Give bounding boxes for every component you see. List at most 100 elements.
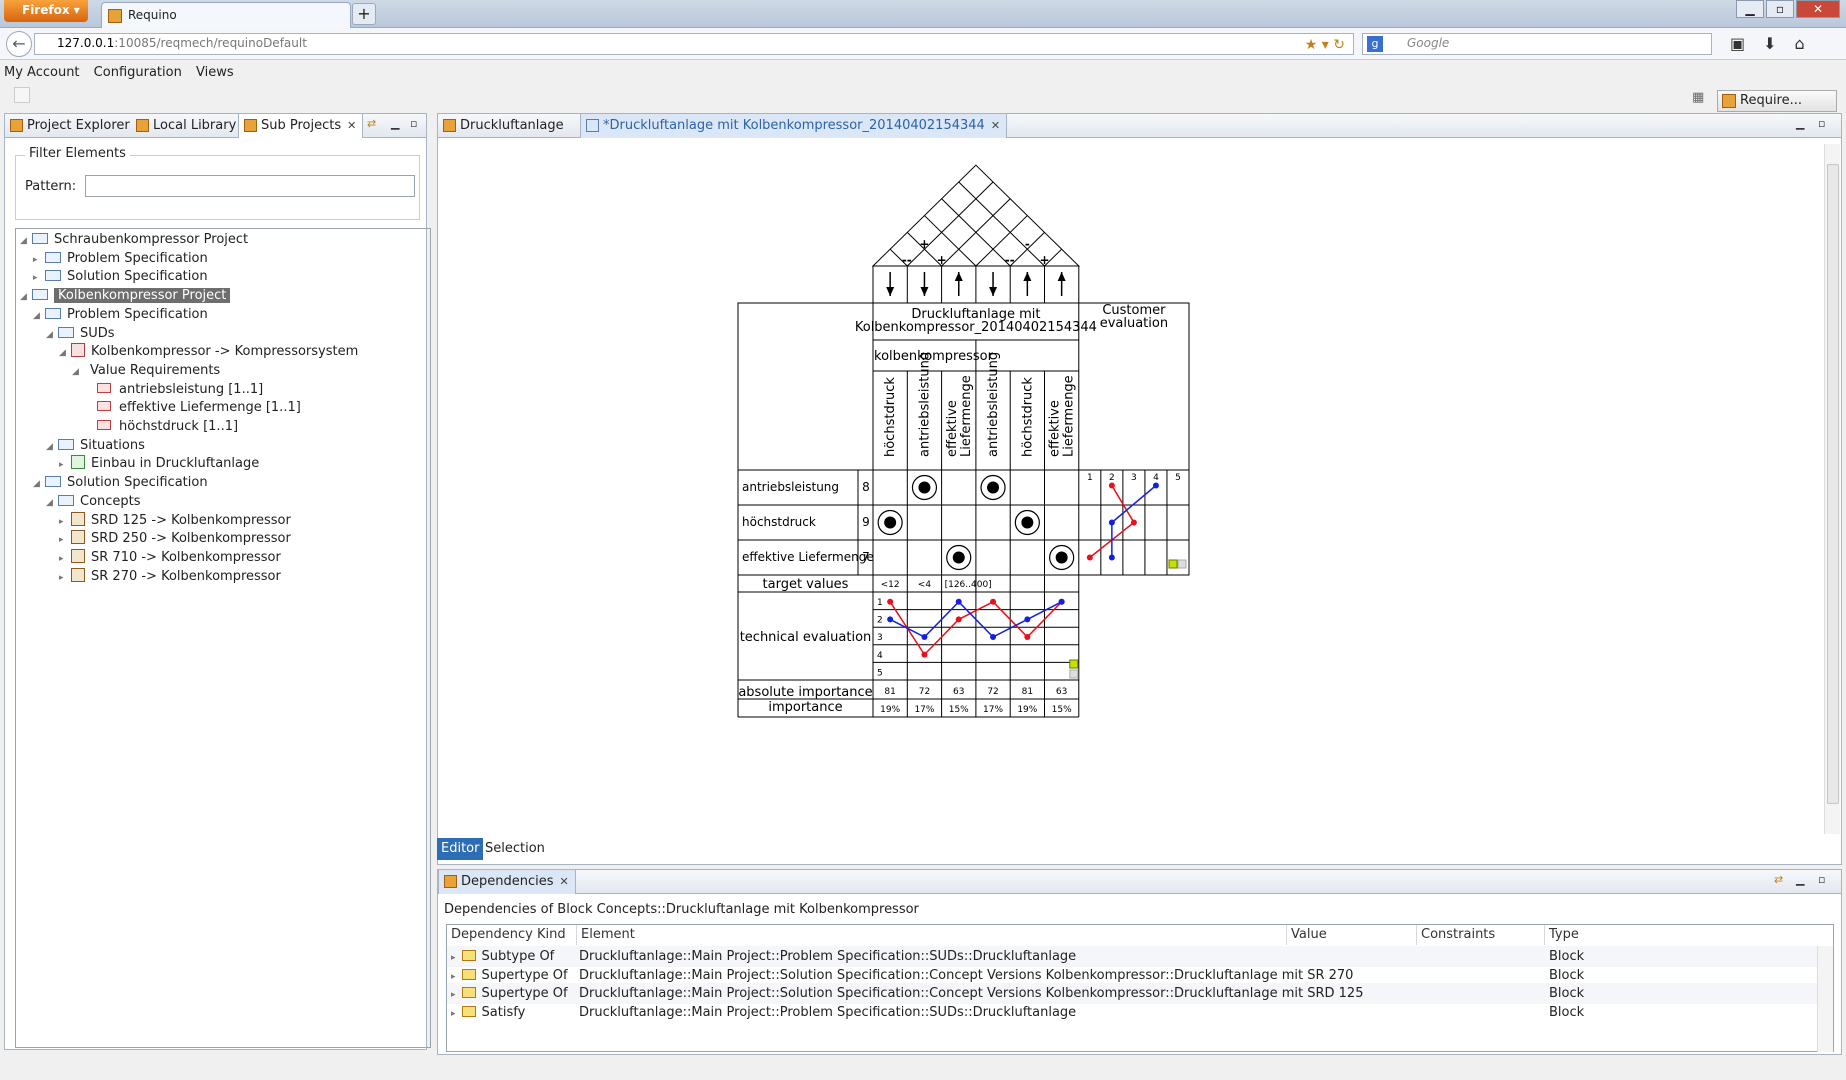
collapsed-arrow-icon[interactable]: ▸ xyxy=(451,972,456,982)
new-tab-button[interactable]: + xyxy=(352,3,376,25)
strong-relationship-dot xyxy=(1021,516,1034,529)
minimize-dependencies-icon[interactable]: ▁ xyxy=(1796,873,1804,886)
link-selection-icon[interactable]: ⇄ xyxy=(1774,873,1783,886)
tree-item[interactable]: höchstdruck [1..1] xyxy=(85,417,238,437)
require-button[interactable]: Require... xyxy=(1717,90,1837,112)
close-tab-icon[interactable]: ✕ xyxy=(347,119,356,132)
tech-eval-point xyxy=(887,616,894,623)
collapsed-arrow-icon[interactable]: ▸ xyxy=(451,990,456,1000)
maximize-dependencies-icon[interactable]: ▫ xyxy=(1818,873,1825,886)
home-icon[interactable]: ⌂ xyxy=(1795,34,1805,53)
bookmarks-icon[interactable]: ▣ xyxy=(1730,34,1745,53)
editor-scrollbar[interactable] xyxy=(1824,144,1840,834)
col-header-constraints[interactable]: Constraints xyxy=(1417,925,1545,945)
tree-item[interactable]: ▸ Solution Specification xyxy=(33,267,208,287)
tree-item[interactable]: ◢ Kolbenkompressor Project xyxy=(20,286,231,307)
requino-icon xyxy=(1722,94,1736,108)
link-editor-icon[interactable]: ⇄ xyxy=(367,117,376,130)
block-icon xyxy=(71,343,85,358)
expanded-arrow-icon[interactable]: ◢ xyxy=(33,306,45,326)
dependency-type: Block xyxy=(1549,1005,1585,1021)
importance-value: 15% xyxy=(1052,705,1072,715)
dependency-row[interactable]: ▸ Satisfy Druckluftanlage::Main Project::P… xyxy=(447,1002,1817,1023)
expanded-arrow-icon[interactable]: ◢ xyxy=(72,362,84,382)
tab-project-explorer[interactable]: Project Explorer xyxy=(5,114,136,138)
tree-item[interactable]: ◢ Concepts xyxy=(46,492,141,512)
dependencies-scrollbar[interactable] xyxy=(1817,946,1833,1052)
collapsed-arrow-icon[interactable]: ▸ xyxy=(451,953,456,963)
tab-druckluftanlage[interactable]: Druckluftanlage xyxy=(438,114,570,138)
bookmark-star-icon[interactable]: ★ ▾ ↻ xyxy=(1305,37,1345,53)
tree-item[interactable]: ◢ Schraubenkompressor Project xyxy=(20,230,248,250)
search-bar[interactable]: g Google xyxy=(1362,33,1712,55)
scroll-thumb[interactable] xyxy=(1827,164,1839,804)
minimize-button[interactable]: ▁ xyxy=(1736,0,1764,18)
pattern-input[interactable] xyxy=(85,175,415,197)
tech-eval-scale: 4 xyxy=(877,651,883,661)
col-header-value[interactable]: Value xyxy=(1287,925,1417,945)
tree-item[interactable]: ▸ SR 710 -> Kolbenkompressor xyxy=(59,548,281,568)
dependency-element: Druckluftanlage::Main Project::Problem S… xyxy=(579,1005,1077,1021)
tab-local-library[interactable]: Local Library xyxy=(131,114,242,138)
download-icon[interactable]: ⬇ xyxy=(1763,34,1776,53)
strong-relationship-dot xyxy=(952,551,965,564)
maximize-editor-icon[interactable]: ▫ xyxy=(1818,117,1825,130)
maximize-view-icon[interactable]: ▫ xyxy=(410,117,417,130)
back-button[interactable]: ← xyxy=(6,31,32,57)
qfd-canvas[interactable]: -- + + -- - + Druckluftanlage mit Kolbenkompres… xyxy=(438,139,1841,826)
tree-item[interactable]: effektive Liefermenge [1..1] xyxy=(85,398,301,418)
tree-item[interactable]: ◢ Kolbenkompressor -> Kompressorsystem xyxy=(59,342,358,362)
expanded-arrow-icon[interactable]: ◢ xyxy=(20,231,32,251)
minimize-view-icon[interactable]: ▁ xyxy=(391,117,399,130)
tab-editor[interactable]: Editor xyxy=(437,838,484,860)
col-header-type[interactable]: Type xyxy=(1545,925,1817,945)
tab-dependencies[interactable]: Dependencies ✕ xyxy=(438,870,576,894)
tree-item[interactable]: ▸ SRD 125 -> Kolbenkompressor xyxy=(59,511,291,531)
expanded-arrow-icon[interactable]: ◢ xyxy=(20,287,32,307)
sub-projects-icon xyxy=(244,119,257,132)
strong-relationship-dot xyxy=(1055,551,1068,564)
tree-item[interactable]: ▸ Problem Specification xyxy=(33,249,208,269)
tree-item[interactable]: ◢ SUDs xyxy=(46,324,115,344)
close-tab-icon[interactable]: ✕ xyxy=(991,119,1000,132)
tree-item[interactable]: ◢ Solution Specification xyxy=(33,473,208,493)
maximize-button[interactable]: ▫ xyxy=(1766,0,1794,18)
tab-selection[interactable]: Selection xyxy=(481,838,549,860)
concept-icon xyxy=(71,567,85,582)
tree-item[interactable]: ▸ SR 270 -> Kolbenkompressor xyxy=(59,567,281,587)
col-header-element[interactable]: Element xyxy=(577,925,1287,945)
tree-item[interactable]: ◢ Problem Specification xyxy=(33,305,208,325)
expanded-arrow-icon[interactable]: ◢ xyxy=(59,343,71,363)
tree-item[interactable]: ▸ Einbau in Druckluftanlage xyxy=(59,454,259,474)
minimize-editor-icon[interactable]: ▁ xyxy=(1796,117,1804,130)
collapsed-arrow-icon[interactable]: ▸ xyxy=(451,1009,456,1019)
col-header-kind[interactable]: Dependency Kind xyxy=(447,925,577,945)
perspective-icon[interactable]: ▦ xyxy=(1692,90,1704,105)
firefox-menu-button[interactable]: Firefox ▾ xyxy=(4,0,88,22)
tree-item[interactable]: ▸ SRD 250 -> Kolbenkompressor xyxy=(59,529,291,549)
tree-item-label: Situations xyxy=(80,437,145,453)
collapsed-arrow-icon[interactable]: ▸ xyxy=(59,568,71,588)
tab-sub-projects[interactable]: Sub Projects ✕ xyxy=(238,114,364,138)
close-tab-icon[interactable]: ✕ xyxy=(560,875,569,888)
menu-configuration[interactable]: Configuration xyxy=(94,65,182,80)
expanded-arrow-icon[interactable]: ◢ xyxy=(33,474,45,494)
google-icon[interactable]: g xyxy=(1367,36,1383,52)
browser-tab[interactable]: Requino xyxy=(101,2,351,28)
tree-item[interactable]: antriebsleistung [1..1] xyxy=(85,380,263,400)
expanded-arrow-icon[interactable]: ◢ xyxy=(46,325,58,345)
menu-my-account[interactable]: My Account xyxy=(4,65,80,80)
tech-eval-point xyxy=(1024,616,1031,623)
importance-value: 19% xyxy=(880,705,900,715)
menu-views[interactable]: Views xyxy=(196,65,234,80)
save-icon[interactable] xyxy=(14,87,30,103)
expanded-arrow-icon[interactable]: ◢ xyxy=(46,437,58,457)
expanded-arrow-icon[interactable]: ◢ xyxy=(46,493,58,513)
folder-icon xyxy=(45,476,61,488)
url-bar[interactable]: 127.0.0.1:10085/reqmech/requinoDefault ★… xyxy=(34,33,1354,55)
tree-item[interactable]: ◢ Value Requirements xyxy=(72,361,220,381)
tree-item[interactable]: ◢ Situations xyxy=(46,436,145,456)
tab-druckluftanlage-kolbenkompressor[interactable]: *Druckluftanlage mit Kolbenkompressor_20… xyxy=(580,114,1008,138)
close-window-button[interactable]: ✕ xyxy=(1796,0,1840,18)
tree-item-label: Solution Specification xyxy=(67,475,208,491)
